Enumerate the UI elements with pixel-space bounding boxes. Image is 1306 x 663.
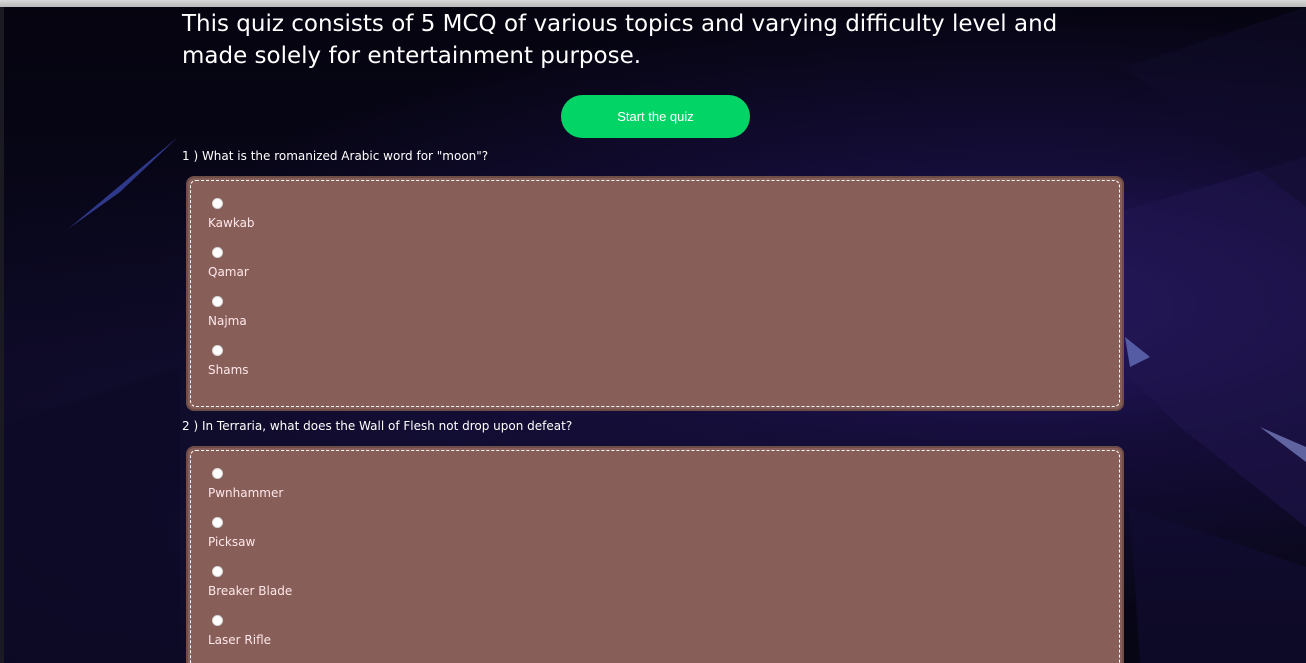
- start-quiz-button[interactable]: Start the quiz: [561, 95, 750, 138]
- option-label: Kawkab: [208, 216, 255, 230]
- radio-button[interactable]: [212, 198, 223, 209]
- radio-button[interactable]: [212, 296, 223, 307]
- radio-button[interactable]: [212, 615, 223, 626]
- option-label: Shams: [208, 363, 249, 377]
- option-label: Najma: [208, 314, 247, 328]
- left-edge: [0, 7, 4, 663]
- question-2-options: Pwnhammer Picksaw Breaker Blade Laser Ri…: [186, 446, 1124, 663]
- question-1-label: 1 ) What is the romanized Arabic word fo…: [182, 149, 489, 163]
- radio-button[interactable]: [212, 517, 223, 528]
- option-label: Picksaw: [208, 535, 256, 549]
- option-label: Breaker Blade: [208, 584, 293, 598]
- option-label: Qamar: [208, 265, 249, 279]
- radio-button[interactable]: [212, 468, 223, 479]
- radio-button[interactable]: [212, 345, 223, 356]
- radio-button[interactable]: [212, 247, 223, 258]
- question-1-options: Kawkab Qamar Najma Shams: [186, 176, 1124, 411]
- question-2-label: 2 ) In Terraria, what does the Wall of F…: [182, 419, 573, 433]
- option-label: Pwnhammer: [208, 486, 284, 500]
- option-label: Laser Rifle: [208, 633, 272, 647]
- browser-top-strip: [0, 0, 1306, 7]
- quiz-intro-text: This quiz consists of 5 MCQ of various t…: [182, 11, 1058, 69]
- radio-button[interactable]: [212, 566, 223, 577]
